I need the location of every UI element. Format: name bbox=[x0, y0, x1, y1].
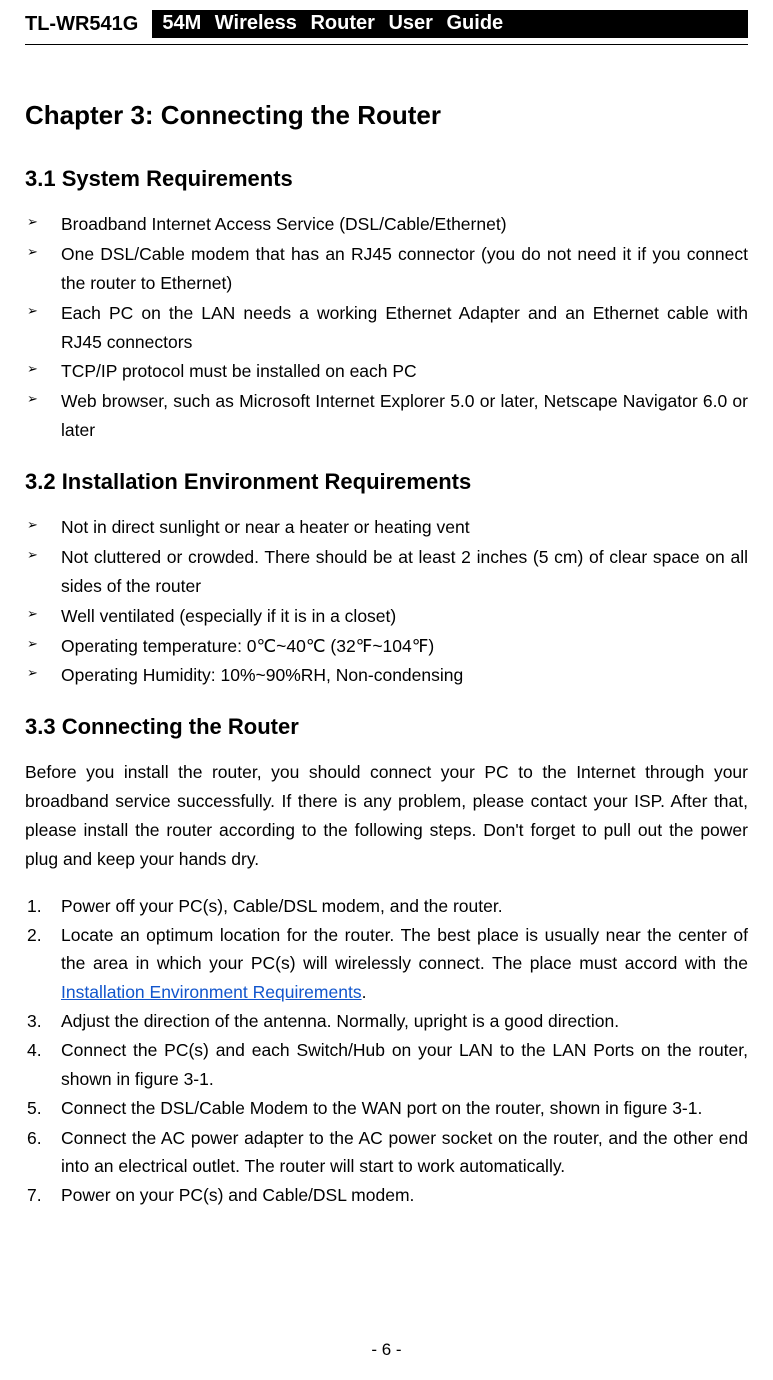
list-item: Each PC on the LAN needs a working Ether… bbox=[27, 299, 748, 357]
list-item: Adjust the direction of the antenna. Nor… bbox=[27, 1007, 748, 1035]
list-item: Operating temperature: 0℃~40℃ (32℉~104℉) bbox=[27, 632, 748, 661]
section-31-list: Broadband Internet Access Service (DSL/C… bbox=[25, 210, 748, 445]
list-item: Not in direct sunlight or near a heater … bbox=[27, 513, 748, 542]
list-item: Connect the PC(s) and each Switch/Hub on… bbox=[27, 1036, 748, 1093]
step-text: Locate an optimum location for the route… bbox=[61, 925, 748, 973]
section-33-steps: Power off your PC(s), Cable/DSL modem, a… bbox=[25, 892, 748, 1210]
list-item: Not cluttered or crowded. There should b… bbox=[27, 543, 748, 601]
header-model: TL-WR541G bbox=[25, 13, 138, 36]
page-content: TL-WR541G 54M Wireless Router User Guide… bbox=[0, 0, 773, 1231]
list-item: Web browser, such as Microsoft Internet … bbox=[27, 387, 748, 445]
list-item: Power on your PC(s) and Cable/DSL modem. bbox=[27, 1181, 748, 1209]
section-32-list: Not in direct sunlight or near a heater … bbox=[25, 513, 748, 690]
list-item: Broadband Internet Access Service (DSL/C… bbox=[27, 210, 748, 239]
list-item: Connect the DSL/Cable Modem to the WAN p… bbox=[27, 1094, 748, 1122]
section-33-title: 3.3 Connecting the Router bbox=[25, 714, 748, 740]
list-item: Operating Humidity: 10%~90%RH, Non-conde… bbox=[27, 661, 748, 690]
header-divider bbox=[25, 44, 748, 45]
page-number: - 6 - bbox=[0, 1340, 773, 1360]
section-33-intro: Before you install the router, you shoul… bbox=[25, 758, 748, 874]
section-32-title: 3.2 Installation Environment Requirement… bbox=[25, 469, 748, 495]
chapter-title: Chapter 3: Connecting the Router bbox=[25, 100, 748, 131]
section-31-title: 3.1 System Requirements bbox=[25, 166, 748, 192]
installation-env-link[interactable]: Installation Environment Requirements bbox=[61, 982, 362, 1002]
page-header: TL-WR541G 54M Wireless Router User Guide bbox=[25, 10, 748, 38]
step-text-after: . bbox=[362, 982, 367, 1002]
list-item: TCP/IP protocol must be installed on eac… bbox=[27, 357, 748, 386]
list-item: Locate an optimum location for the route… bbox=[27, 921, 748, 1006]
header-title: 54M Wireless Router User Guide bbox=[152, 10, 748, 38]
list-item: Power off your PC(s), Cable/DSL modem, a… bbox=[27, 892, 748, 920]
list-item: Well ventilated (especially if it is in … bbox=[27, 602, 748, 631]
list-item: Connect the AC power adapter to the AC p… bbox=[27, 1124, 748, 1181]
list-item: One DSL/Cable modem that has an RJ45 con… bbox=[27, 240, 748, 298]
